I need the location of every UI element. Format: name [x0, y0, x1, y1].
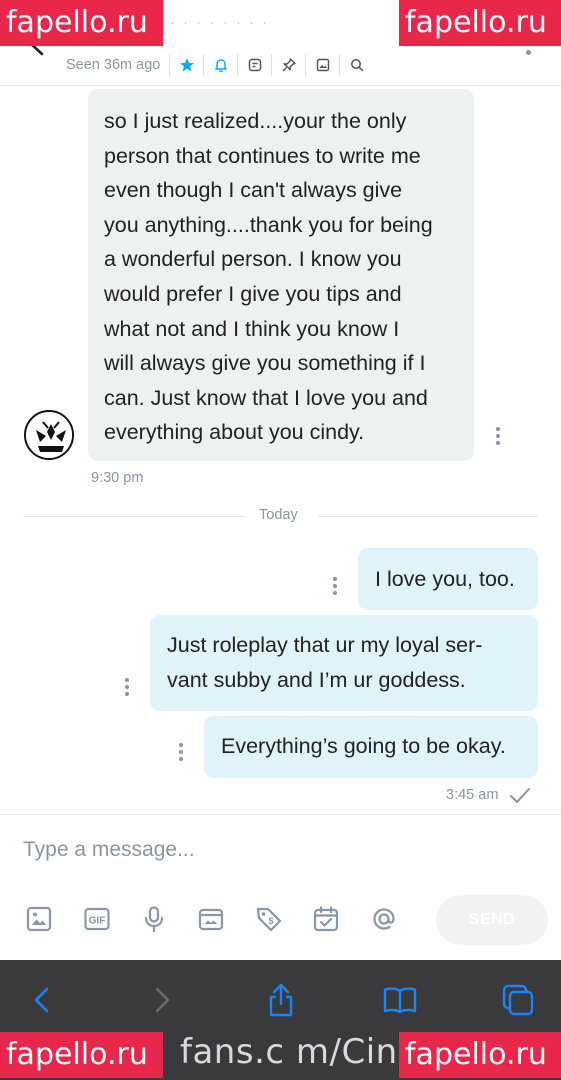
browser-back-button[interactable]: [22, 980, 62, 1020]
message-line: can. Just know that I love you and: [104, 385, 428, 410]
message-options-icon[interactable]: [179, 743, 183, 761]
voice-message-button[interactable]: [139, 904, 169, 934]
note-icon: [248, 58, 262, 72]
vault-icon: [198, 908, 224, 931]
send-button[interactable]: SEND: [436, 895, 548, 945]
microphone-icon: [144, 906, 164, 933]
mention-icon: [373, 908, 395, 930]
message-line: so I just realized....your the only: [104, 109, 407, 133]
message-line: Everything’s going to be okay.: [221, 734, 506, 758]
watermark: fapello.ru: [399, 0, 561, 46]
message-input[interactable]: [23, 835, 523, 865]
watermark: fapello.ru: [399, 1032, 561, 1078]
outgoing-message-bubble: Everything’s going to be okay.: [204, 716, 538, 778]
notes-button[interactable]: [237, 54, 271, 76]
message-line: even though I can't always give: [104, 178, 403, 203]
image-icon: [26, 906, 52, 932]
message-line: what not and I think you know I: [104, 316, 400, 341]
bookmarks-icon: [383, 987, 417, 1014]
message-line: person that continues to write me: [104, 143, 421, 168]
browser-url[interactable]: fans.c m/Cind: [180, 1032, 420, 1072]
more-options-icon[interactable]: [526, 50, 531, 55]
bell-icon: [215, 59, 227, 73]
incoming-message-bubble: so I just realized....your the only pers…: [88, 89, 474, 461]
tabs-icon: [502, 984, 534, 1016]
pin-icon: [282, 58, 296, 72]
svg-text:$: $: [268, 916, 273, 926]
message-line: vant subby and I’m ur goddess.: [167, 667, 466, 692]
mention-button[interactable]: [369, 904, 399, 934]
image-icon: [316, 58, 330, 72]
outgoing-message-bubble: I love you, too.: [358, 548, 538, 610]
message-timestamp: 9:30 pm: [91, 470, 144, 486]
header-actions: Seen 36m ago: [66, 54, 373, 76]
price-button[interactable]: $: [254, 904, 284, 934]
message-line: you anything....thank you for being: [104, 212, 433, 237]
notifications-button[interactable]: [203, 54, 237, 76]
message-timestamp: 3:45 am: [446, 787, 499, 803]
message-line: everything about you cindy.: [104, 420, 365, 445]
divider-line-right: [318, 516, 538, 517]
star-icon: [179, 58, 194, 72]
browser-share-button[interactable]: [261, 980, 301, 1020]
message-composer: GIF $ SEND: [0, 814, 561, 960]
browser-bookmarks-button[interactable]: [380, 980, 420, 1020]
schedule-button[interactable]: [311, 904, 341, 934]
divider-line-left: [23, 516, 243, 517]
watermark: fapello.ru: [0, 0, 163, 46]
search-button[interactable]: [339, 54, 373, 76]
favorite-button[interactable]: [169, 54, 203, 76]
browser-forward-button[interactable]: [142, 980, 182, 1020]
svg-text:GIF: GIF: [89, 916, 106, 927]
media-button[interactable]: [305, 54, 339, 76]
message-line: I love you, too.: [375, 567, 515, 591]
message-options-icon[interactable]: [125, 678, 129, 696]
message-line: would prefer I give you tips and: [104, 281, 402, 306]
share-icon: [269, 983, 293, 1017]
browser-tabs-button[interactable]: [498, 980, 538, 1020]
read-check-icon: [510, 788, 530, 803]
schedule-icon: [313, 906, 339, 932]
avatar[interactable]: [24, 410, 74, 460]
message-line: Just roleplay that ur my loyal ser-: [167, 633, 483, 657]
message-line: a wonderful person. I know you: [104, 247, 402, 272]
gif-icon: GIF: [84, 907, 110, 931]
vault-button[interactable]: [196, 904, 226, 934]
price-tag-icon: $: [256, 907, 282, 932]
message-options-icon[interactable]: [496, 427, 500, 445]
watermark: fapello.ru: [0, 1032, 163, 1078]
gif-button[interactable]: GIF: [82, 904, 112, 934]
seen-status: Seen 36m ago: [66, 57, 161, 73]
avatar-image: [26, 412, 72, 458]
message-line: will always give you something if I: [104, 351, 426, 376]
day-divider-label: Today: [259, 507, 298, 523]
message-options-icon[interactable]: [333, 577, 337, 595]
attach-image-button[interactable]: [24, 904, 54, 934]
search-icon: [350, 59, 364, 72]
forward-icon: [155, 987, 170, 1013]
pin-button[interactable]: [271, 54, 305, 76]
back-icon: [34, 987, 49, 1013]
contact-name[interactable]: · · · · · · · ·: [170, 14, 400, 30]
outgoing-message-bubble: Just roleplay that ur my loyal ser- vant…: [150, 615, 538, 711]
